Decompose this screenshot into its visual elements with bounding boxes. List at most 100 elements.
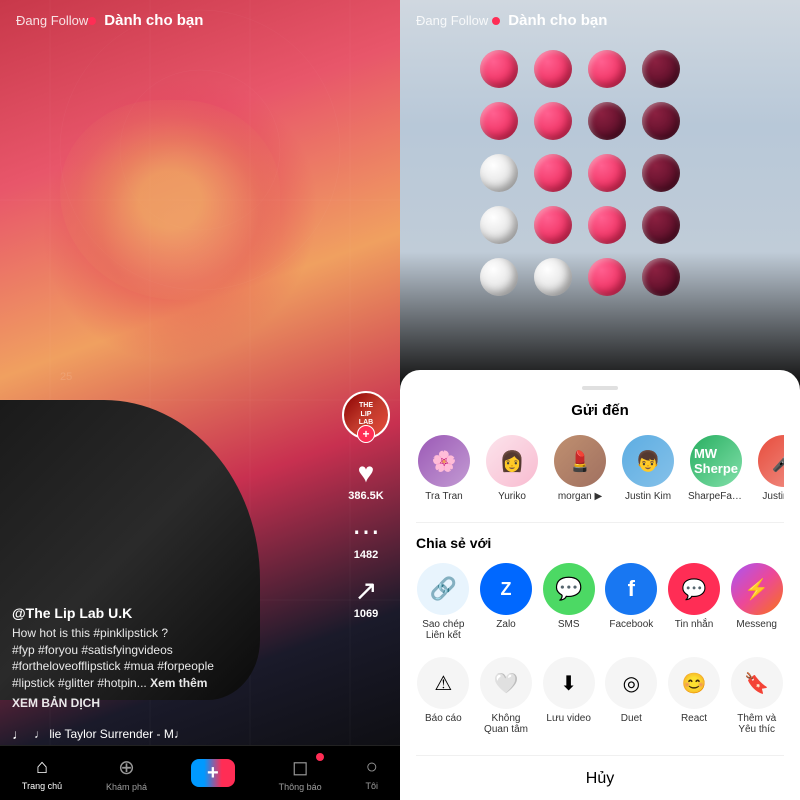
follow-tab[interactable]: Đang Follow <box>16 13 88 28</box>
zalo-icon: Z <box>480 563 532 615</box>
react-option[interactable]: 😊 React <box>667 657 722 735</box>
gloss-dot <box>534 258 572 296</box>
share-icon: ↗ <box>354 577 377 605</box>
sms-option[interactable]: 💬 SMS <box>541 563 596 641</box>
add-favorite-option[interactable]: 🔖 Thêm vàYêu thíc <box>729 657 784 735</box>
contact-name-3: Justin Kim <box>625 491 671 502</box>
contact-avatar-1: 👩 <box>486 435 538 487</box>
gloss-dot <box>588 102 626 140</box>
copy-link-option[interactable]: 🔗 Sao chépLiên kết <box>416 563 471 641</box>
right-video-panel: Đang Follow Dành cho bạn <box>400 0 800 800</box>
save-video-option[interactable]: ⬇ Lưu video <box>541 657 596 735</box>
music-note-icon: ♩ <box>12 726 26 742</box>
share-sheet-title: Gửi đến <box>416 402 784 419</box>
right-follow-tab[interactable]: Đang Follow <box>416 13 488 28</box>
cancel-button[interactable]: Hủy <box>416 755 784 800</box>
contact-item-4[interactable]: MWSherpe SharpeFamilySingers <box>688 435 744 502</box>
profile-icon: ○ <box>366 756 378 779</box>
duet-label: Duet <box>621 713 642 724</box>
right-top-navigation: Đang Follow Dành cho bạn <box>400 0 800 41</box>
gloss-dot <box>480 206 518 244</box>
action-icons-row: ⚠ Báo cáo 🤍 KhôngQuan tâm ⬇ Lưu video ◎ <box>416 657 784 735</box>
right-for-you-label[interactable]: Dành cho bạn <box>508 12 607 29</box>
search-icon: ⊕ <box>118 755 135 780</box>
nav-inbox[interactable]: ◻ Thông báo <box>279 755 322 792</box>
gloss-dot <box>642 102 680 140</box>
contact-item-0[interactable]: 🌸 Tra Tran <box>416 435 472 502</box>
gloss-dot <box>642 206 680 244</box>
share-options-row: 🔗 Sao chépLiên kết Z Zalo 💬 SMS <box>416 563 784 641</box>
gloss-dot <box>534 102 572 140</box>
gloss-dot <box>642 50 680 88</box>
report-icon: ⚠ <box>417 657 469 709</box>
see-more-button[interactable]: Xem thêm <box>150 676 207 690</box>
facebook-option[interactable]: f Facebook <box>604 563 659 641</box>
messenger-icon: ⚡ <box>731 563 783 615</box>
contact-item-2[interactable]: 💄 morgan ▶ <box>552 435 608 502</box>
contact-avatar-3: 👦 <box>622 435 674 487</box>
zalo-option[interactable]: Z Zalo <box>479 563 534 641</box>
divider <box>416 522 784 523</box>
creator-username[interactable]: @The Lip Lab U.K <box>12 605 340 621</box>
like-count: 386.5K <box>348 490 383 502</box>
gloss-dot <box>534 154 572 192</box>
comment-count: 1482 <box>354 549 378 561</box>
add-icon: + <box>207 762 219 785</box>
nav-home[interactable]: ⌂ Trang chủ <box>22 756 62 791</box>
music-text: ♩ lie Taylor Surrender - M♩ <box>34 727 186 741</box>
contact-name-4: SharpeFamilySingers <box>688 491 744 502</box>
for-you-label[interactable]: Dành cho bạn <box>104 12 203 29</box>
translate-button[interactable]: XEM BẢN DỊCH <box>12 696 340 710</box>
contact-item-3[interactable]: 👦 Justin Kim <box>620 435 676 502</box>
gloss-dot <box>588 154 626 192</box>
like-action[interactable]: ♥ 386.5K <box>348 459 383 502</box>
contact-avatar-2: 💄 <box>554 435 606 487</box>
gloss-dot <box>480 102 518 140</box>
gloss-dot <box>480 154 518 192</box>
facebook-icon: f <box>605 563 657 615</box>
gloss-dot <box>534 50 572 88</box>
react-icon: 😊 <box>668 657 720 709</box>
report-option[interactable]: ⚠ Báo cáo <box>416 657 471 735</box>
inbox-label: Thông báo <box>279 782 322 792</box>
duet-icon: ◎ <box>605 657 657 709</box>
video-actions: THELIPLAB + ♥ 386.5K ⋯ 1482 ↗ 1069 <box>342 391 390 620</box>
search-label: Khám phá <box>106 782 147 792</box>
message-icon: 💬 <box>668 563 720 615</box>
duet-option[interactable]: ◎ Duet <box>604 657 659 735</box>
add-button[interactable]: + <box>191 759 235 787</box>
right-following-label: Đang Follow <box>416 13 488 28</box>
contact-item-1[interactable]: 👩 Yuriko <box>484 435 540 502</box>
not-interested-option[interactable]: 🤍 KhôngQuan tâm <box>479 657 534 735</box>
video-info: @The Lip Lab U.K How hot is this #pinkli… <box>12 605 340 710</box>
right-live-dot <box>492 17 500 25</box>
top-navigation: Đang Follow Dành cho bạn <box>0 0 400 41</box>
contact-name-0: Tra Tran <box>425 491 462 502</box>
nav-search[interactable]: ⊕ Khám phá <box>106 755 147 792</box>
contact-name-1: Yuriko <box>498 491 526 502</box>
messenger-option[interactable]: ⚡ Messeng <box>729 563 784 641</box>
music-bar: ♩ ♩ lie Taylor Surrender - M♩ <box>12 726 340 742</box>
follow-plus-badge[interactable]: + <box>357 425 375 443</box>
creator-avatar-container[interactable]: THELIPLAB + <box>342 391 390 439</box>
lip-gloss-grid <box>480 50 694 308</box>
sms-icon: 💬 <box>543 563 595 615</box>
nav-add[interactable]: + <box>191 759 235 787</box>
heart-icon: ♥ <box>358 459 375 487</box>
home-label: Trang chủ <box>22 781 62 791</box>
left-video-panel: 25 50 125 1.5 375 75 Đang Follow Dành ch… <box>0 0 400 800</box>
message-option[interactable]: 💬 Tin nhắn <box>667 563 722 641</box>
share-action[interactable]: ↗ 1069 <box>354 577 378 620</box>
gloss-dot <box>642 258 680 296</box>
contact-avatar-5: 🎤 <box>758 435 784 487</box>
comment-action[interactable]: ⋯ 1482 <box>352 518 380 561</box>
nav-profile[interactable]: ○ Tôi <box>366 756 379 791</box>
save-video-icon: ⬇ <box>543 657 595 709</box>
contact-item-5[interactable]: 🎤 Justin Vib <box>756 435 784 502</box>
contacts-row: 🌸 Tra Tran 👩 Yuriko 💄 morgan ▶ 👦 Justin … <box>416 435 784 506</box>
bottom-navigation: ⌂ Trang chủ ⊕ Khám phá + ◻ Thông báo ○ T… <box>0 745 400 800</box>
messenger-label: Messeng <box>736 619 777 630</box>
contact-avatar-4: MWSherpe <box>690 435 742 487</box>
sheet-handle <box>582 386 618 390</box>
gloss-dot <box>534 206 572 244</box>
